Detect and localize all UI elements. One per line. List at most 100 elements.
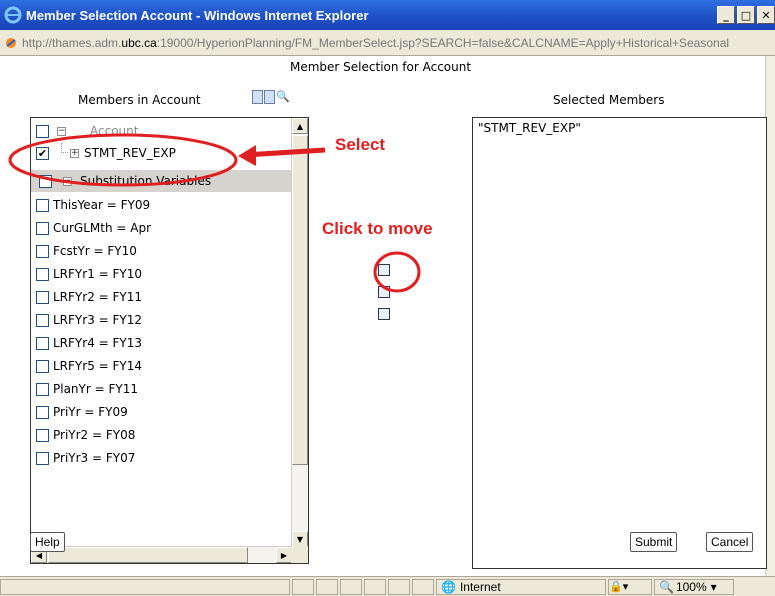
page-icon bbox=[6, 37, 16, 48]
checkbox[interactable] bbox=[36, 451, 49, 465]
account-label: Account bbox=[90, 124, 139, 138]
substitution-variable-label: ThisYear = FY09 bbox=[53, 198, 151, 212]
checkbox[interactable] bbox=[36, 290, 49, 304]
substitution-variable-label: FcstYr = FY10 bbox=[53, 244, 137, 258]
zone-indicator[interactable]: 🌐 Internet bbox=[436, 578, 606, 595]
status-segment bbox=[412, 578, 434, 595]
checkbox-stmt-rev-exp[interactable]: ✔ bbox=[36, 146, 49, 160]
checkbox-account[interactable] bbox=[36, 124, 49, 138]
scroll-right-button[interactable]: ▶ bbox=[276, 547, 292, 563]
close-button[interactable]: ✕ bbox=[757, 6, 775, 24]
select-annotation: Select bbox=[335, 135, 386, 154]
submit-button[interactable]: Submit bbox=[630, 532, 678, 552]
scroll-up-button[interactable]: ▲ bbox=[292, 118, 308, 134]
cancel-button[interactable]: Cancel bbox=[706, 532, 754, 552]
substitution-variable-label: LRFYr3 = FY12 bbox=[53, 313, 143, 327]
substitution-variable-row[interactable]: PriYr2 = FY08 bbox=[31, 424, 135, 446]
page-title: Member Selection for Account bbox=[290, 60, 472, 74]
members-panel-title: Members in Account bbox=[78, 93, 201, 107]
status-segment bbox=[364, 578, 386, 595]
tree-vertical-scrollbar[interactable]: ▲ ▼ bbox=[291, 118, 308, 547]
substitution-variable-row[interactable]: LRFYr2 = FY11 bbox=[31, 286, 142, 308]
substitution-variable-row[interactable]: LRFYr3 = FY12 bbox=[31, 309, 142, 331]
expand-all-icon[interactable] bbox=[252, 90, 263, 104]
page-content: Member Selection for Account Members in … bbox=[0, 56, 775, 576]
checkbox[interactable] bbox=[36, 336, 49, 350]
zone-label: Internet bbox=[459, 579, 501, 594]
substitution-variable-label: LRFYr2 = FY11 bbox=[53, 290, 143, 304]
move-right-icon[interactable] bbox=[378, 264, 390, 276]
maximize-button[interactable]: □ bbox=[737, 6, 755, 24]
tree-row-account[interactable]: − Account bbox=[31, 120, 138, 142]
checkbox[interactable] bbox=[36, 267, 49, 281]
search-icon[interactable]: 🔍 bbox=[276, 90, 290, 104]
substitution-variable-label: LRFYr4 = FY13 bbox=[53, 336, 143, 350]
scroll-thumb[interactable] bbox=[292, 135, 308, 465]
checkbox-substitution-variables[interactable] bbox=[39, 174, 52, 188]
checkbox[interactable] bbox=[36, 198, 49, 212]
checkbox[interactable] bbox=[36, 359, 49, 373]
address-bar[interactable]: http://thames.adm.ubc.ca:19000/HyperionP… bbox=[0, 30, 775, 56]
checkbox[interactable] bbox=[36, 244, 49, 258]
scroll-down-button[interactable]: ▼ bbox=[292, 531, 308, 547]
security-icon[interactable]: 🔒▾ bbox=[608, 578, 652, 595]
substitution-variable-label: LRFYr1 = FY10 bbox=[53, 267, 143, 281]
url-prefix: http://thames.adm. bbox=[22, 35, 122, 50]
address-url: http://thames.adm.ubc.ca:19000/HyperionP… bbox=[22, 36, 729, 50]
status-text-area bbox=[0, 578, 290, 595]
title-bar: Member Selection Account - Windows Inter… bbox=[0, 0, 775, 30]
substitution-variables-label: Substitution Variables bbox=[80, 174, 212, 188]
zoom-icon: 🔍 bbox=[659, 579, 674, 594]
selected-item[interactable]: "STMT_REV_EXP" bbox=[478, 121, 761, 135]
status-segment bbox=[316, 578, 338, 595]
tree-list: − Account ✔ + STMT_REV_EXP − Substitutio… bbox=[31, 118, 291, 543]
window-title: Member Selection Account - Windows Inter… bbox=[26, 7, 369, 23]
status-segment bbox=[340, 578, 362, 595]
remove-icon[interactable] bbox=[378, 308, 390, 320]
substitution-variable-row[interactable]: LRFYr4 = FY13 bbox=[31, 332, 142, 354]
substitution-variable-row[interactable]: PlanYr = FY11 bbox=[31, 378, 138, 400]
substitution-variable-row[interactable]: ThisYear = FY09 bbox=[31, 194, 150, 216]
substitution-variable-row[interactable]: FcstYr = FY10 bbox=[31, 240, 137, 262]
move-all-icon[interactable] bbox=[378, 286, 390, 298]
substitution-variable-label: LRFYr5 = FY14 bbox=[53, 359, 143, 373]
substitution-variable-label: CurGLMth = Apr bbox=[53, 221, 152, 235]
scroll-corner bbox=[291, 546, 308, 563]
selected-members-list[interactable]: "STMT_REV_EXP" bbox=[472, 117, 767, 569]
substitution-variable-row[interactable]: CurGLMth = Apr bbox=[31, 217, 151, 239]
collapse-icon[interactable]: − bbox=[63, 176, 72, 186]
move-controls bbox=[378, 264, 390, 330]
substitution-variable-label: PriYr3 = FY07 bbox=[53, 451, 136, 465]
substitution-variable-row[interactable]: PriYr3 = FY07 bbox=[31, 447, 135, 469]
tree-horizontal-scrollbar[interactable]: ◀ ▶ bbox=[31, 546, 293, 563]
tree-connector bbox=[61, 143, 68, 153]
substitution-variable-label: PriYr2 = FY08 bbox=[53, 428, 136, 442]
click-to-move-annotation: Click to move bbox=[322, 219, 433, 238]
h-scroll-thumb[interactable] bbox=[48, 547, 248, 563]
checkbox[interactable] bbox=[36, 428, 49, 442]
zoom-label: 100% bbox=[675, 579, 707, 594]
tree-row-stmt[interactable]: ✔ + STMT_REV_EXP bbox=[31, 142, 176, 164]
expand-icon[interactable]: + bbox=[70, 148, 79, 158]
collapse-all-icon[interactable] bbox=[264, 90, 275, 104]
checkbox[interactable] bbox=[36, 405, 49, 419]
substitution-variable-row[interactable]: LRFYr5 = FY14 bbox=[31, 355, 142, 377]
zoom-control[interactable]: 🔍 100% ▾ bbox=[654, 578, 734, 595]
substitution-variable-row[interactable]: LRFYr1 = FY10 bbox=[31, 263, 142, 285]
url-suffix: :19000/HyperionPlanning/FM_MemberSelect.… bbox=[156, 35, 730, 50]
status-bar: 🌐 Internet 🔒▾ 🔍 100% ▾ bbox=[0, 576, 775, 596]
status-segment bbox=[292, 578, 314, 595]
chevron-down-icon: ▾ bbox=[710, 579, 717, 594]
tree-row-substitution-variables[interactable]: − Substitution Variables bbox=[31, 170, 291, 192]
members-tree: − Account ✔ + STMT_REV_EXP − Substitutio… bbox=[30, 117, 309, 564]
tree-toolbar: 🔍 bbox=[252, 90, 291, 104]
help-button[interactable]: Help bbox=[30, 532, 65, 552]
checkbox[interactable] bbox=[36, 221, 49, 235]
collapse-icon[interactable]: − bbox=[57, 126, 66, 136]
checkbox[interactable] bbox=[36, 313, 49, 327]
substitution-variable-row[interactable]: PriYr = FY09 bbox=[31, 401, 128, 423]
status-segment bbox=[388, 578, 410, 595]
minimize-button[interactable]: _ bbox=[717, 6, 735, 24]
checkbox[interactable] bbox=[36, 382, 49, 396]
selected-panel-title: Selected Members bbox=[553, 93, 665, 107]
